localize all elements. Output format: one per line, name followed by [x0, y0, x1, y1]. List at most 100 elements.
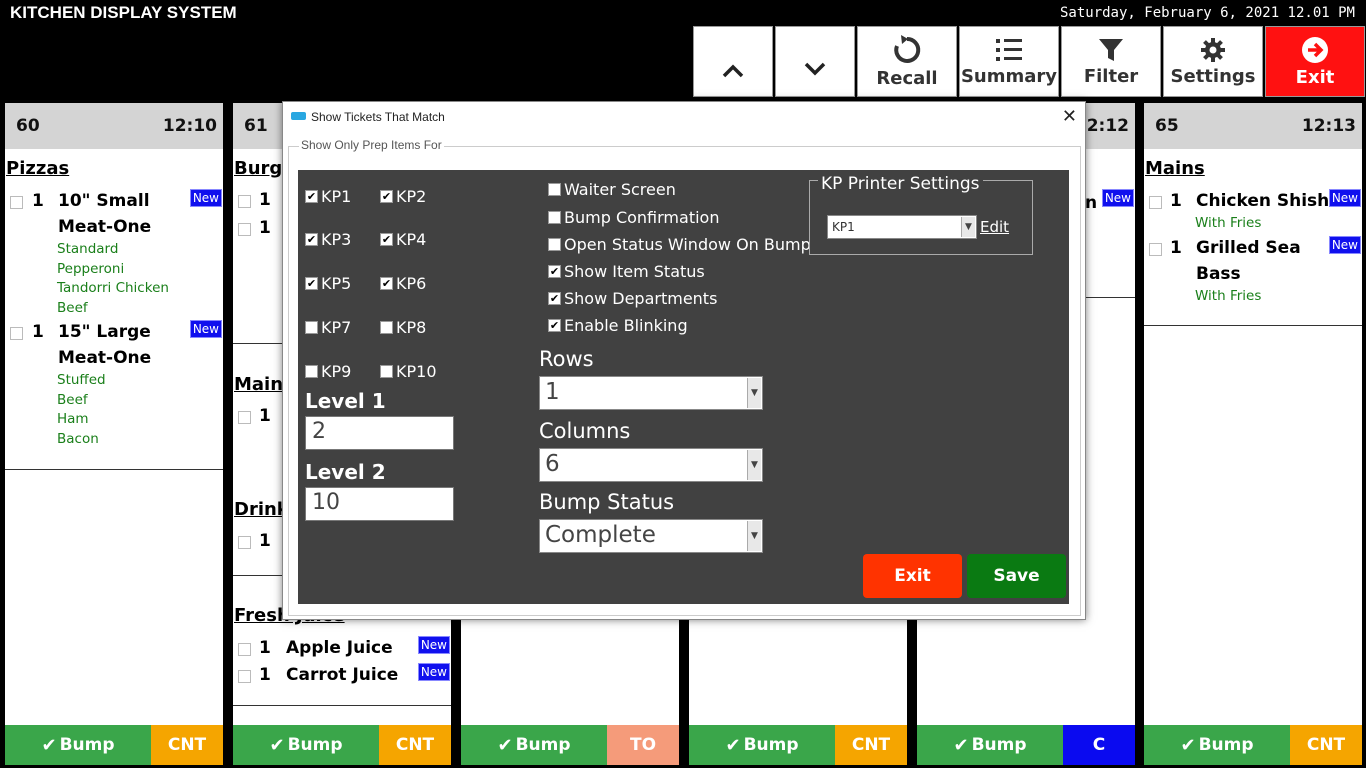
recall-label: Recall — [876, 68, 938, 89]
bump-button[interactable]: ✔ Bump — [689, 725, 835, 765]
kp5-checkbox[interactable]: ✔ KP5 — [305, 274, 351, 293]
checkbox-box: ✔ — [380, 277, 393, 290]
columns-select[interactable]: 6 ▼ — [539, 448, 763, 482]
scroll-up-button[interactable] — [693, 26, 773, 97]
item-modifier: Ham — [57, 411, 89, 428]
kp-label: KP9 — [321, 362, 352, 381]
item-checkbox[interactable] — [238, 195, 251, 208]
bump-button[interactable]: ✔ Bump — [233, 725, 379, 765]
ticket-header: 60 12:10 — [5, 103, 223, 149]
bump-confirmation-checkbox[interactable]: Bump Confirmation — [548, 208, 719, 227]
checkbox-box: ✔ — [305, 233, 318, 246]
item-name: Apple Juice — [286, 638, 393, 658]
bump-status-value: Complete — [545, 522, 656, 548]
level1-input[interactable]: 2 — [305, 416, 454, 450]
item-name: n — [1085, 193, 1098, 213]
ticket-number: 61 — [244, 116, 268, 136]
edit-link[interactable]: Edit — [980, 218, 1009, 236]
group-label: Show Only Prep Items For — [299, 138, 444, 152]
recall-button[interactable]: Recall — [857, 26, 957, 97]
status-button[interactable]: CNT — [151, 725, 223, 765]
rows-select[interactable]: 1 ▼ — [539, 376, 763, 410]
settings-button[interactable]: Settings — [1163, 26, 1263, 97]
status-button[interactable]: CNT — [835, 725, 907, 765]
kp-printer-select[interactable]: KP1 ▼ — [827, 215, 977, 239]
kp8-checkbox[interactable]: KP8 — [380, 318, 426, 337]
item-checkbox[interactable] — [238, 536, 251, 549]
bump-button[interactable]: ✔ Bump — [917, 725, 1063, 765]
status-button[interactable]: TO — [607, 725, 679, 765]
bump-label: Bump — [971, 735, 1027, 755]
dialog-title: Show Tickets That Match — [311, 110, 445, 124]
waiter-screen-checkbox[interactable]: Waiter Screen — [548, 180, 676, 199]
bump-status-select[interactable]: Complete ▼ — [539, 519, 763, 553]
checkbox-box: ✔ — [380, 233, 393, 246]
bump-button[interactable]: ✔ Bump — [1144, 725, 1290, 765]
item-qty: 1 — [259, 531, 271, 551]
item-checkbox[interactable] — [238, 411, 251, 424]
show-departments-checkbox[interactable]: ✔ Show Departments — [548, 289, 717, 308]
item-name-cont: Meat-One — [58, 217, 152, 237]
new-badge: New — [417, 663, 450, 681]
ticket-card[interactable]: 60 12:10 Pizzas 1 10" Small Meat-One New… — [5, 103, 223, 765]
item-qty: 1 — [32, 322, 44, 342]
item-modifier: With Fries — [1195, 215, 1262, 231]
checkbox-box — [548, 183, 561, 196]
check-icon: ✔ — [269, 734, 285, 756]
new-badge: New — [189, 320, 222, 338]
dialog-save-button[interactable]: Save — [967, 554, 1066, 598]
kp1-checkbox[interactable]: ✔ KP1 — [305, 187, 351, 206]
columns-value: 6 — [545, 451, 560, 477]
chevron-down-icon — [804, 62, 826, 75]
enable-blinking-checkbox[interactable]: ✔ Enable Blinking — [548, 316, 688, 335]
summary-button[interactable]: Summary — [959, 26, 1059, 97]
checkbox-box: ✔ — [548, 292, 561, 305]
item-qty: 1 — [1170, 191, 1182, 211]
bump-button[interactable]: ✔ Bump — [461, 725, 607, 765]
checkbox-box — [305, 365, 318, 378]
check-icon: ✔ — [497, 734, 513, 756]
bump-label: Bump — [59, 735, 115, 755]
filter-dialog: Show Tickets That Match ✕ Show Only Prep… — [282, 101, 1086, 620]
dialog-exit-button[interactable]: Exit — [863, 554, 962, 598]
kp2-checkbox[interactable]: ✔ KP2 — [380, 187, 426, 206]
divider — [5, 469, 223, 470]
bump-button[interactable]: ✔ Bump — [5, 725, 151, 765]
status-button[interactable]: CNT — [1290, 725, 1362, 765]
item-checkbox[interactable] — [1149, 196, 1162, 209]
open-status-window-checkbox[interactable]: Open Status Window On Bump — [548, 235, 811, 254]
item-qty: 1 — [32, 191, 44, 211]
item-checkbox[interactable] — [238, 643, 251, 656]
kp7-checkbox[interactable]: KP7 — [305, 318, 351, 337]
kp-printer-value: KP1 — [832, 220, 855, 234]
ticket-card[interactable]: 65 12:13 Mains 1 Chicken Shish New With … — [1144, 103, 1362, 765]
item-checkbox[interactable] — [238, 670, 251, 683]
status-button[interactable]: C — [1063, 725, 1135, 765]
item-checkbox[interactable] — [1149, 243, 1162, 256]
item-checkbox[interactable] — [238, 223, 251, 236]
show-item-status-checkbox[interactable]: ✔ Show Item Status — [548, 262, 705, 281]
level2-input[interactable]: 10 — [305, 487, 454, 521]
kp9-checkbox[interactable]: KP9 — [305, 362, 351, 381]
kp6-checkbox[interactable]: ✔ KP6 — [380, 274, 426, 293]
kp-label: KP6 — [396, 274, 427, 293]
kp3-checkbox[interactable]: ✔ KP3 — [305, 230, 351, 249]
ticket-number: 60 — [16, 116, 40, 136]
checkbox-box: ✔ — [305, 190, 318, 203]
kp-label: KP10 — [396, 362, 437, 381]
filter-button[interactable]: Filter — [1061, 26, 1161, 97]
chevron-up-icon — [722, 64, 744, 77]
kp10-checkbox[interactable]: KP10 — [380, 362, 437, 381]
option-label: Waiter Screen — [564, 180, 676, 199]
checkbox-box — [380, 365, 393, 378]
item-modifier: Beef — [57, 391, 88, 408]
exit-button[interactable]: Exit — [1265, 26, 1365, 97]
status-button[interactable]: CNT — [379, 725, 451, 765]
item-checkbox[interactable] — [10, 327, 23, 340]
kp4-checkbox[interactable]: ✔ KP4 — [380, 230, 426, 249]
item-checkbox[interactable] — [10, 196, 23, 209]
chevron-down-icon: ▼ — [747, 450, 761, 480]
close-icon[interactable]: ✕ — [1062, 106, 1077, 127]
scroll-down-button[interactable] — [775, 26, 855, 97]
kp-label: KP3 — [321, 230, 352, 249]
